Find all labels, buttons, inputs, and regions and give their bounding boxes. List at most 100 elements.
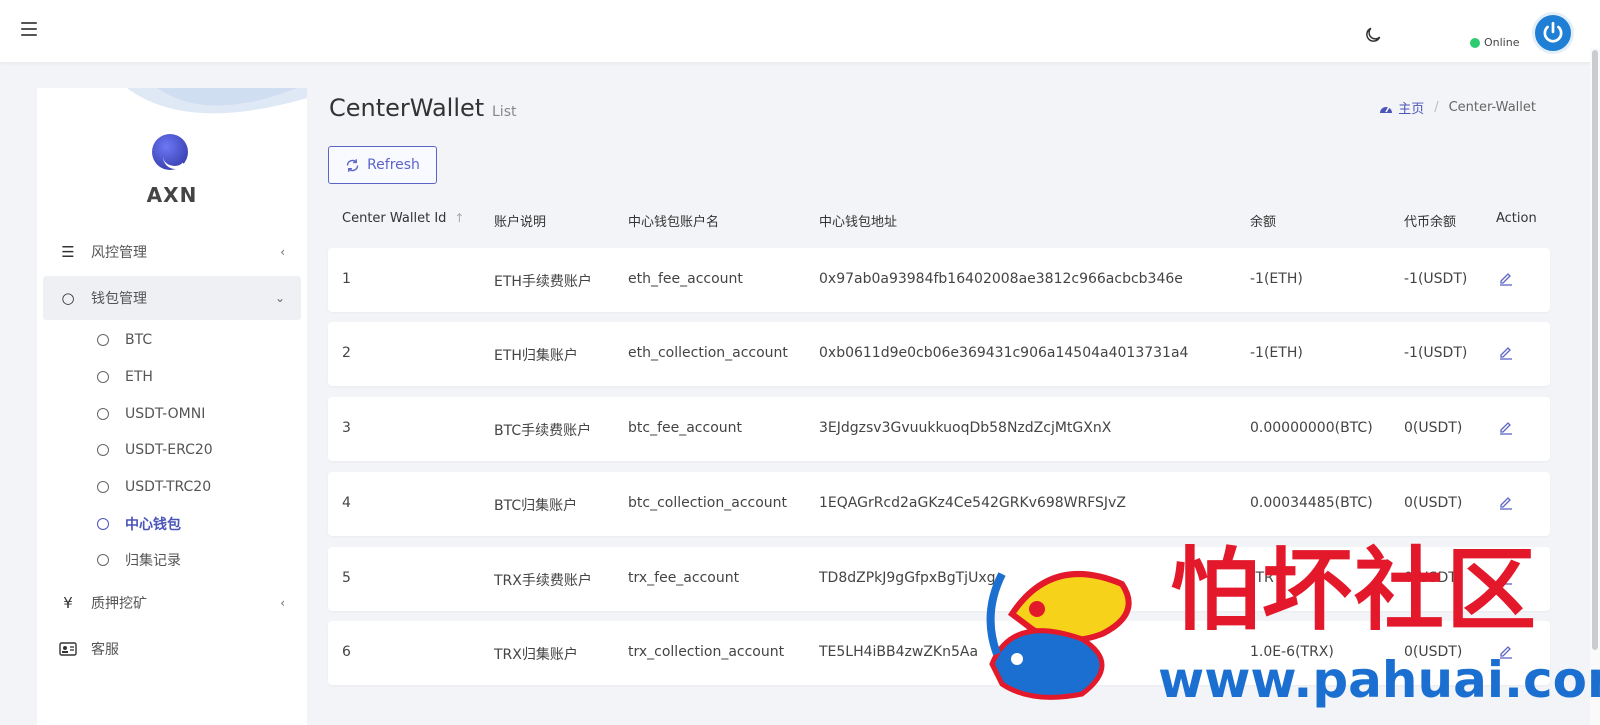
cell-desc: ETH手续费账户 bbox=[494, 274, 592, 290]
cell-address: TE5LH4iBB4zwZKn5Aa bbox=[819, 644, 979, 660]
circle-icon: ○ bbox=[61, 289, 75, 307]
cell-desc: BTC归集账户 bbox=[494, 498, 578, 514]
avatar[interactable] bbox=[1532, 12, 1574, 54]
yen-icon: ¥ bbox=[63, 593, 73, 612]
edit-icon[interactable] bbox=[1498, 344, 1514, 360]
circle-icon bbox=[97, 481, 109, 494]
cell-address: 1EQAGrRcd2aGKz4Ce542GRKv698WRFSJvZ bbox=[819, 495, 1126, 511]
breadcrumb-home[interactable]: 主页 bbox=[1379, 98, 1424, 117]
refresh-button[interactable]: Refresh bbox=[328, 146, 437, 184]
cell-token-balance: 0(USDT) bbox=[1404, 495, 1463, 511]
refresh-label: Refresh bbox=[367, 157, 420, 173]
cell-account-name: btc_fee_account bbox=[628, 420, 743, 436]
menu-item-label: 钱包管理 bbox=[91, 291, 147, 307]
page-title: CenterWallet bbox=[329, 94, 485, 122]
circle-icon bbox=[97, 371, 109, 384]
power-icon bbox=[1543, 21, 1563, 43]
cell-id: 3 bbox=[342, 420, 351, 436]
scrollbar-thumb[interactable] bbox=[1592, 50, 1598, 650]
sidebar-item-center-wallet[interactable]: 中心钱包 bbox=[37, 505, 307, 542]
sub-item-label: USDT-TRC20 bbox=[125, 479, 212, 496]
sub-item-label: 归集记录 bbox=[125, 553, 181, 570]
circle-icon bbox=[97, 444, 109, 457]
cell-token-balance: 0(USDT) bbox=[1404, 420, 1463, 436]
cell-id: 6 bbox=[342, 644, 351, 660]
brand-logo bbox=[152, 134, 188, 170]
cell-address: TD8dZPkJ9gGfpxBgTjUxg bbox=[819, 570, 996, 586]
chevron-left-icon: ‹ bbox=[280, 245, 285, 259]
breadcrumb-home-label: 主页 bbox=[1398, 102, 1425, 117]
menu-item-wallet-management[interactable]: ○ 钱包管理 ⌄ bbox=[43, 276, 301, 320]
column-header-balance: 余额 bbox=[1250, 215, 1277, 230]
moon-icon[interactable] bbox=[1363, 25, 1383, 45]
circle-icon bbox=[97, 334, 109, 347]
page-scrollbar[interactable] bbox=[1590, 48, 1600, 725]
cell-account-name: eth_collection_account bbox=[628, 345, 788, 361]
edit-icon[interactable] bbox=[1498, 419, 1514, 435]
cell-desc: BTC手续费账户 bbox=[494, 423, 592, 439]
watermark-text: 怕坏社区 bbox=[1170, 538, 1538, 643]
sub-item-label: USDT-OMNI bbox=[125, 405, 206, 422]
hamburger-menu-icon[interactable] bbox=[21, 22, 37, 36]
sub-item-label: ETH bbox=[125, 369, 153, 386]
sidebar-item-usdt-omni[interactable]: USDT-OMNI bbox=[37, 395, 307, 432]
chevron-down-icon: ⌄ bbox=[274, 291, 285, 305]
cell-account-name: trx_fee_account bbox=[628, 570, 740, 586]
column-header-id[interactable]: Center Wallet Id ↑ bbox=[342, 211, 464, 226]
menu-item-label: 客服 bbox=[91, 641, 119, 658]
cell-token-balance: -1(USDT) bbox=[1404, 345, 1468, 361]
column-header-token-balance: 代币余额 bbox=[1404, 215, 1457, 230]
page-subtitle: List bbox=[492, 104, 517, 120]
menu-item-customer-service[interactable]: 客服 bbox=[43, 627, 301, 671]
circle-icon bbox=[97, 517, 109, 530]
cell-desc: ETH归集账户 bbox=[494, 348, 578, 364]
column-header-action: Action bbox=[1496, 211, 1537, 226]
watermark-url: www.pahuai.com bbox=[1158, 651, 1600, 709]
online-status: Online bbox=[1470, 36, 1519, 49]
sub-item-label: USDT-ERC20 bbox=[125, 442, 213, 459]
sidebar-item-usdt-trc20[interactable]: USDT-TRC20 bbox=[37, 469, 307, 506]
sidebar-item-eth[interactable]: ETH bbox=[37, 359, 307, 396]
brand-name: AXN bbox=[146, 183, 198, 207]
menu-item-staking-mining[interactable]: ¥ 质押挖矿 ‹ bbox=[43, 581, 301, 625]
cell-account-name: trx_collection_account bbox=[628, 644, 785, 660]
top-navbar: Online bbox=[0, 0, 1600, 62]
cell-token-balance: -1(USDT) bbox=[1404, 271, 1468, 287]
sidebar-item-usdt-erc20[interactable]: USDT-ERC20 bbox=[37, 432, 307, 469]
circle-icon bbox=[97, 554, 109, 567]
table-row: 2 ETH归集账户 eth_collection_account 0xb0611… bbox=[328, 322, 1550, 386]
status-dot-icon bbox=[1470, 37, 1480, 48]
cell-balance: -1(ETH) bbox=[1250, 345, 1303, 361]
column-header-desc: 账户说明 bbox=[494, 215, 547, 230]
circle-icon bbox=[97, 407, 109, 420]
edit-icon[interactable] bbox=[1498, 494, 1514, 510]
breadcrumb-separator: / bbox=[1434, 100, 1439, 115]
status-text: Online bbox=[1484, 36, 1520, 49]
watermark-fish-logo bbox=[986, 571, 1132, 700]
table-row: 1 ETH手续费账户 eth_fee_account 0x97ab0a93984… bbox=[328, 248, 1550, 312]
cell-id: 2 bbox=[342, 345, 351, 361]
sub-item-label: 中心钱包 bbox=[125, 516, 181, 533]
refresh-icon bbox=[346, 158, 359, 172]
breadcrumb-current: Center-Wallet bbox=[1448, 100, 1536, 115]
sort-arrow-up-icon[interactable]: ↑ bbox=[454, 211, 464, 225]
cell-desc: TRX手续费账户 bbox=[494, 573, 592, 589]
cell-address: 3EJdgzsv3GvuukkuoqDb58NzdZcjMtGXnX bbox=[819, 420, 1112, 436]
edit-icon[interactable] bbox=[1498, 270, 1514, 286]
table-row: 3 BTC手续费账户 btc_fee_account 3EJdgzsv3Gvuu… bbox=[328, 397, 1550, 461]
cell-address: 0x97ab0a93984fb16402008ae3812c966acbcb34… bbox=[819, 271, 1183, 287]
column-header-account-name: 中心钱包账户名 bbox=[628, 215, 720, 230]
sidebar-item-btc[interactable]: BTC bbox=[37, 322, 307, 359]
cell-id: 5 bbox=[342, 570, 351, 586]
cell-account-name: btc_collection_account bbox=[628, 495, 788, 511]
sub-item-label: BTC bbox=[125, 332, 153, 349]
sidebar-item-collection-records[interactable]: 归集记录 bbox=[37, 542, 307, 579]
cell-balance: 0.00000000(BTC) bbox=[1250, 420, 1373, 436]
menu-item-risk-control[interactable]: ☰ 风控管理 ‹ bbox=[43, 230, 301, 274]
cell-address: 0xb0611d9e0cb06e369431c906a14504a4013731… bbox=[819, 345, 1189, 361]
header-label: Center Wallet Id bbox=[342, 211, 447, 226]
id-card-icon bbox=[59, 640, 77, 658]
breadcrumb: 主页 / Center-Wallet bbox=[1379, 98, 1536, 117]
cell-id: 1 bbox=[342, 271, 351, 287]
table-header: Center Wallet Id ↑ 账户说明 中心钱包账户名 中心钱包地址 余额… bbox=[328, 207, 1550, 233]
